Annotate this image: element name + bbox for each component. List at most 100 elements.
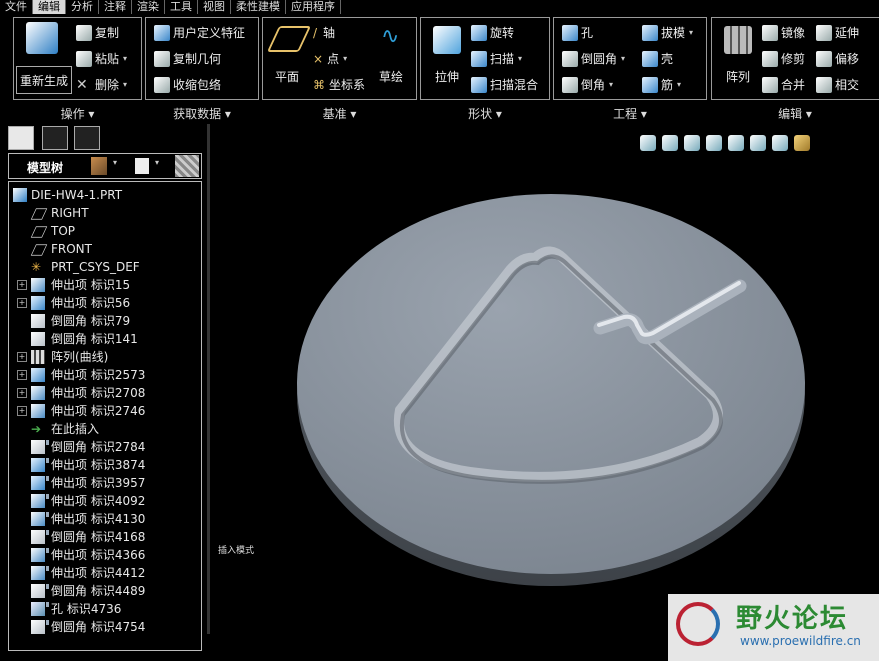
delete-button[interactable]: ✕ 删除 ▾ xyxy=(76,76,127,93)
chevron-down-icon[interactable]: ▾ xyxy=(155,158,159,167)
chevron-down-icon[interactable]: ▾ xyxy=(343,54,347,63)
extrude-button[interactable]: 拉伸 xyxy=(435,68,459,85)
tree-row[interactable]: FRONT xyxy=(9,240,199,258)
tree-row[interactable]: ➔ 在此插入 xyxy=(9,420,199,438)
round-button[interactable]: 倒圆角 ▾ xyxy=(562,50,625,67)
paste-button[interactable]: 粘贴 ▾ xyxy=(76,50,127,67)
refit-icon[interactable] xyxy=(640,135,656,151)
tree-row[interactable]: 倒圆角 标识141 xyxy=(9,330,199,348)
tree-row[interactable]: 伸出项 标识4130 xyxy=(9,510,199,528)
revolve-button[interactable]: 旋转 xyxy=(471,24,514,41)
group-label-shapes[interactable]: 形状 ▾ xyxy=(420,105,550,122)
csys-button[interactable]: ⌘ 坐标系 xyxy=(313,76,365,93)
tree-row[interactable]: + 伸出项 标识2573 xyxy=(9,366,199,384)
menu-file[interactable]: 文件 xyxy=(0,0,33,14)
tree-row[interactable]: 倒圆角 标识79 xyxy=(9,312,199,330)
chevron-down-icon[interactable]: ▾ xyxy=(621,54,625,63)
expand-icon[interactable]: + xyxy=(17,406,27,416)
tab-favorites[interactable] xyxy=(74,126,100,150)
menu-applications[interactable]: 应用程序 xyxy=(286,0,341,14)
menu-render[interactable]: 渲染 xyxy=(132,0,165,14)
view-manager-icon[interactable] xyxy=(772,135,788,151)
display-style-icon[interactable] xyxy=(728,135,744,151)
trim-button[interactable]: 修剪 xyxy=(762,50,805,67)
expand-icon[interactable]: + xyxy=(17,298,27,308)
tree-row[interactable]: 伸出项 标识3874 xyxy=(9,456,199,474)
tree-row[interactable]: RIGHT xyxy=(9,204,199,222)
tree-row[interactable]: 伸出项 标识4366 xyxy=(9,546,199,564)
extend-button[interactable]: 延伸 xyxy=(816,24,859,41)
pattern-button[interactable]: 阵列 xyxy=(726,68,750,85)
tree-row[interactable]: TOP xyxy=(9,222,199,240)
chevron-down-icon[interactable]: ▾ xyxy=(518,54,522,63)
tree-row[interactable]: 倒圆角 标识4754 xyxy=(9,618,199,636)
chevron-down-icon[interactable]: ▾ xyxy=(123,54,127,63)
shrinkwrap-button[interactable]: 收缩包络 xyxy=(154,76,221,93)
plane-icon[interactable] xyxy=(266,26,312,52)
sweep-button[interactable]: 扫描 ▾ xyxy=(471,50,522,67)
pattern-icon[interactable] xyxy=(724,26,752,54)
chevron-down-icon[interactable]: ▾ xyxy=(123,80,127,89)
sketch-icon[interactable]: ∿ xyxy=(381,26,407,48)
tree-row[interactable]: + 伸出项 标识56 xyxy=(9,294,199,312)
group-label-editing[interactable]: 编辑 ▾ xyxy=(711,105,879,122)
regenerate-icon[interactable] xyxy=(26,22,58,54)
udf-button[interactable]: 用户定义特征 xyxy=(154,24,245,41)
tree-row[interactable]: 伸出项 标识3957 xyxy=(9,474,199,492)
tree-row[interactable]: 倒圆角 标识4489 xyxy=(9,582,199,600)
tree-row[interactable]: + 阵列(曲线) xyxy=(9,348,199,366)
menu-analysis[interactable]: 分析 xyxy=(66,0,99,14)
zoom-in-icon[interactable] xyxy=(662,135,678,151)
tree-row[interactable]: DIE-HW4-1.PRT xyxy=(9,186,199,204)
tab-folder-browser[interactable] xyxy=(42,126,68,150)
tree-row[interactable]: ✳ PRT_CSYS_DEF xyxy=(9,258,199,276)
swept-blend-button[interactable]: 扫描混合 xyxy=(471,76,538,93)
tree-row[interactable]: 孔 标识4736 xyxy=(9,600,199,618)
group-label-engineering[interactable]: 工程 ▾ xyxy=(553,105,707,122)
copy-geometry-button[interactable]: 复制几何 xyxy=(154,50,221,67)
tree-row[interactable]: 伸出项 标识4412 xyxy=(9,564,199,582)
tree-settings-icon[interactable] xyxy=(91,157,107,175)
chevron-down-icon[interactable]: ▾ xyxy=(689,28,693,37)
expand-icon[interactable]: + xyxy=(17,352,27,362)
extrude-icon[interactable] xyxy=(433,26,461,54)
rib-button[interactable]: 筋 ▾ xyxy=(642,76,681,93)
graphics-area[interactable] xyxy=(210,160,879,661)
chamfer-button[interactable]: 倒角 ▾ xyxy=(562,76,613,93)
filter-icon[interactable] xyxy=(175,155,199,177)
offset-button[interactable]: 偏移 xyxy=(816,50,859,67)
menu-tools[interactable]: 工具 xyxy=(165,0,198,14)
zoom-out-icon[interactable] xyxy=(684,135,700,151)
chevron-down-icon[interactable]: ▾ xyxy=(113,158,117,167)
menu-edit[interactable]: 编辑 xyxy=(33,0,66,14)
menu-annotate[interactable]: 注释 xyxy=(99,0,132,14)
mirror-button[interactable]: 镜像 xyxy=(762,24,805,41)
show-icon[interactable] xyxy=(135,158,149,174)
expand-icon[interactable]: + xyxy=(17,280,27,290)
regenerate-button[interactable]: 重新生成 xyxy=(16,66,72,94)
expand-icon[interactable]: + xyxy=(17,370,27,380)
axis-button[interactable]: / 轴 xyxy=(313,24,335,41)
tree-row[interactable]: 倒圆角 标识2784 xyxy=(9,438,199,456)
chevron-down-icon[interactable]: ▾ xyxy=(609,80,613,89)
tab-model-tree[interactable] xyxy=(8,126,34,150)
group-label-get-data[interactable]: 获取数据 ▾ xyxy=(145,105,259,122)
tree-row[interactable]: 伸出项 标识4092 xyxy=(9,492,199,510)
repaint-icon[interactable] xyxy=(706,135,722,151)
group-label-operations[interactable]: 操作 ▾ xyxy=(13,105,142,122)
tree-row[interactable]: + 伸出项 标识2708 xyxy=(9,384,199,402)
merge-button[interactable]: 合并 xyxy=(762,76,805,93)
plane-button[interactable]: 平面 xyxy=(275,68,299,85)
point-button[interactable]: × 点 ▾ xyxy=(313,50,347,67)
expand-icon[interactable]: + xyxy=(17,388,27,398)
draft-button[interactable]: 拔模 ▾ xyxy=(642,24,693,41)
hole-button[interactable]: 孔 xyxy=(562,24,593,41)
copy-button[interactable]: 复制 xyxy=(76,24,119,41)
menu-view[interactable]: 视图 xyxy=(198,0,231,14)
sketch-button[interactable]: 草绘 xyxy=(379,68,403,85)
tree-row[interactable]: 倒圆角 标识4168 xyxy=(9,528,199,546)
tree-row[interactable]: + 伸出项 标识15 xyxy=(9,276,199,294)
chevron-down-icon[interactable]: ▾ xyxy=(677,80,681,89)
group-label-datum[interactable]: 基准 ▾ xyxy=(262,105,417,122)
tree-row[interactable]: + 伸出项 标识2746 xyxy=(9,402,199,420)
